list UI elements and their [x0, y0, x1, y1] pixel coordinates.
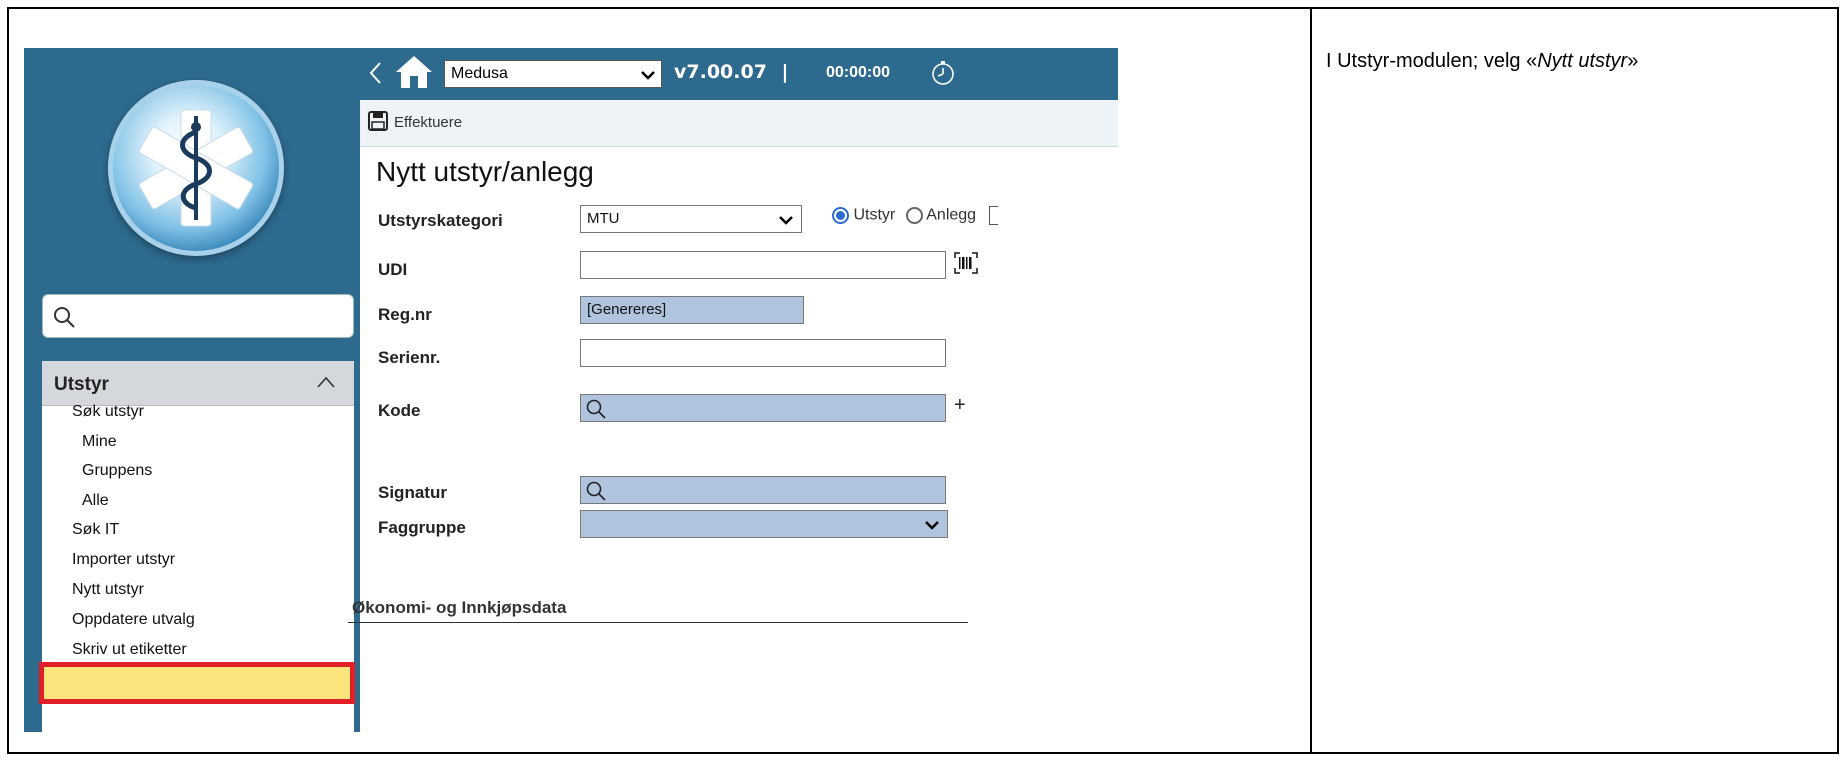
version-separator: |	[781, 61, 789, 83]
type-radio-group: Utstyr Anlegg	[832, 206, 998, 225]
chevron-down-icon	[925, 521, 939, 530]
search-icon	[586, 399, 606, 419]
top-bar: Medusa v7.00.07 | 00:00:00	[360, 48, 1118, 100]
barcode-icon[interactable]	[954, 252, 978, 274]
search-icon	[54, 307, 75, 328]
menu-item-mine[interactable]: Mine	[82, 433, 117, 451]
instruction-text: I Utstyr-modulen; velg «Nytt utstyr»	[1326, 50, 1638, 73]
radio-utstyr-label: Utstyr	[853, 206, 896, 224]
kode-label: Kode	[378, 401, 421, 420]
utstyr-menu: Utstyr Søk utstyr Mine Gruppens Alle Søk…	[39, 361, 355, 732]
action-toolbar: Effektuere	[360, 100, 1118, 147]
category-label: Utstyrskategori	[378, 211, 503, 230]
database-select[interactable]: Medusa	[444, 60, 662, 88]
section-econ-title: Økonomi- og Innkjøpsdata	[352, 598, 567, 617]
instruction-emphasis: Nytt utstyr	[1537, 50, 1628, 72]
column-divider	[1310, 7, 1312, 754]
home-icon[interactable]	[394, 54, 434, 90]
radio-utstyr[interactable]	[832, 207, 849, 224]
partial-checkbox[interactable]	[988, 206, 998, 225]
regnr-label: Reg.nr	[378, 305, 432, 324]
menu-item-gruppens[interactable]: Gruppens	[82, 462, 152, 480]
version-number: v7.00.07	[674, 61, 767, 83]
effektuere-button[interactable]: Effektuere	[394, 114, 462, 131]
star-of-life-icon	[138, 109, 254, 227]
stopwatch-icon[interactable]	[930, 60, 956, 86]
udi-input[interactable]	[580, 251, 946, 279]
regnr-input: [Genereres]	[580, 296, 804, 324]
menu-item-sok-it[interactable]: Søk IT	[72, 521, 119, 539]
search-icon	[586, 481, 606, 501]
menu-item-nytt-utstyr[interactable]: Nytt utstyr	[72, 581, 144, 599]
page-title: Nytt utstyr/anlegg	[376, 156, 594, 187]
menu-item-importer-utstyr[interactable]: Importer utstyr	[72, 551, 175, 569]
category-value: MTU	[587, 210, 620, 227]
database-select-value: Medusa	[451, 65, 508, 82]
udi-label: UDI	[378, 260, 408, 279]
faggruppe-select[interactable]	[580, 510, 948, 538]
menu-item-alle[interactable]: Alle	[82, 492, 109, 510]
signatur-search-input[interactable]	[580, 476, 946, 504]
menu-section-utstyr[interactable]: Utstyr	[42, 361, 354, 406]
serienr-label: Serienr.	[378, 348, 441, 367]
chevron-down-icon	[641, 71, 655, 80]
regnr-value: [Genereres]	[587, 301, 667, 318]
sidebar: Utstyr Søk utstyr Mine Gruppens Alle Søk…	[24, 48, 360, 732]
menu-item-skriv-ut-etiketter[interactable]: Skriv ut etiketter	[72, 641, 187, 659]
instruction-suffix: »	[1627, 50, 1639, 72]
section-divider	[348, 622, 968, 623]
save-icon[interactable]	[368, 111, 388, 131]
medical-star-logo	[108, 80, 284, 256]
back-chevron-icon[interactable]	[368, 60, 384, 86]
chevron-up-icon[interactable]	[316, 375, 336, 389]
sidebar-search-input[interactable]	[42, 294, 354, 338]
instruction-prefix: I Utstyr-modulen; velg «	[1326, 50, 1538, 72]
highlight-box	[39, 662, 355, 704]
menu-section-title: Utstyr	[54, 374, 109, 395]
menu-item-sok-utstyr[interactable]: Søk utstyr	[72, 403, 144, 421]
chevron-down-icon	[779, 216, 793, 225]
radio-anlegg-label: Anlegg	[926, 206, 977, 224]
serienr-input[interactable]	[580, 339, 946, 367]
session-timer: 00:00:00	[826, 64, 891, 81]
version-label: v7.00.07 |	[674, 61, 789, 83]
add-kode-button[interactable]: +	[954, 394, 966, 417]
category-select[interactable]: MTU	[580, 205, 802, 233]
signatur-label: Signatur	[378, 483, 447, 502]
app-screenshot: Utstyr Søk utstyr Mine Gruppens Alle Søk…	[24, 48, 1118, 732]
radio-anlegg[interactable]	[905, 207, 923, 224]
faggruppe-label: Faggruppe	[378, 518, 466, 537]
menu-item-oppdatere-utvalg[interactable]: Oppdatere utvalg	[72, 611, 195, 629]
kode-search-input[interactable]	[580, 394, 946, 422]
